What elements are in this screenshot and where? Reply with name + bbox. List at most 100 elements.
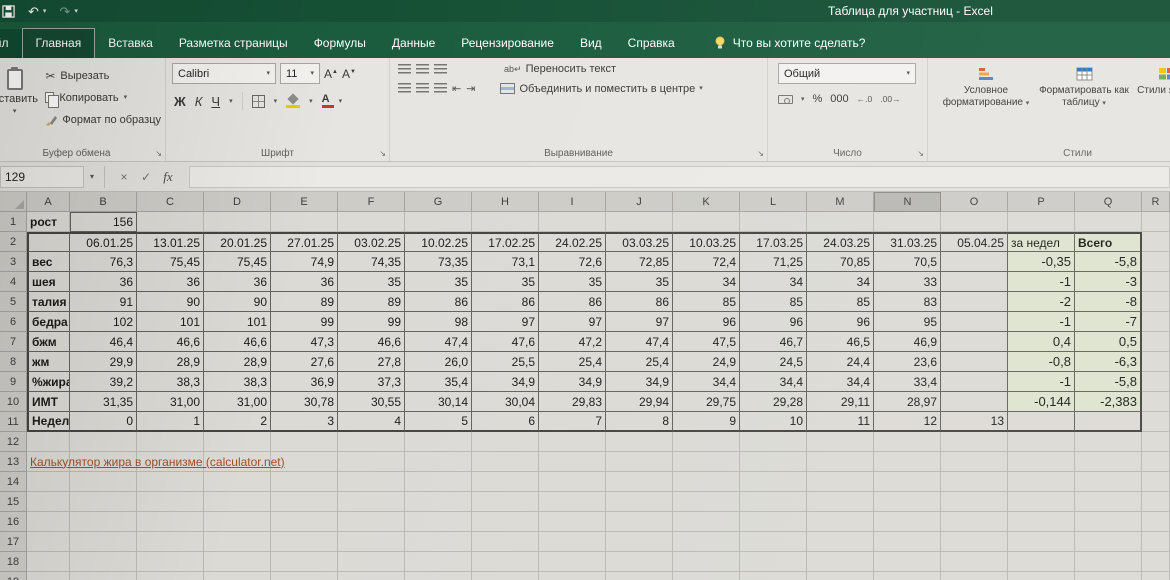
column-header-I[interactable]: I [539,192,606,212]
percent-style-button[interactable]: % [813,93,823,105]
cell-J5[interactable]: 86 [606,292,673,312]
cell-G7[interactable]: 47,4 [405,332,472,352]
cell-I14[interactable] [539,472,606,492]
cell-B19[interactable] [70,572,137,580]
cell-E11[interactable]: 3 [271,412,338,432]
cell-N1[interactable] [874,212,941,232]
cell-Q11[interactable] [1075,412,1142,432]
cell-J15[interactable] [606,492,673,512]
cell-H1[interactable] [472,212,539,232]
number-format-select[interactable]: Общий ▾ [778,63,916,84]
cell-O17[interactable] [941,532,1008,552]
cell-I19[interactable] [539,572,606,580]
cell-H11[interactable]: 6 [472,412,539,432]
tab-view[interactable]: Вид [567,29,615,58]
cell-M13[interactable] [807,452,874,472]
cell-Q2[interactable]: Всего [1075,232,1142,252]
cell-M12[interactable] [807,432,874,452]
cell-F13[interactable] [338,452,405,472]
cell-R9[interactable] [1142,372,1170,392]
cell-F8[interactable]: 27,8 [338,352,405,372]
wrap-text-button[interactable]: ab↵ Переносить текст [504,63,616,75]
cell-I17[interactable] [539,532,606,552]
cell-F5[interactable]: 89 [338,292,405,312]
column-header-M[interactable]: M [807,192,874,212]
cell-A2[interactable] [27,232,70,252]
cell-M1[interactable] [807,212,874,232]
cell-K9[interactable]: 34,4 [673,372,740,392]
cell-B3[interactable]: 76,3 [70,252,137,272]
cell-D1[interactable] [204,212,271,232]
cell-P13[interactable] [1008,452,1075,472]
cell-B2[interactable]: 06.01.25 [70,232,137,252]
cell-Q14[interactable] [1075,472,1142,492]
cell-F12[interactable] [338,432,405,452]
cell-F19[interactable] [338,572,405,580]
cell-G4[interactable]: 35 [405,272,472,292]
cell-E2[interactable]: 27.01.25 [271,232,338,252]
conditional-formatting-button[interactable]: Условное форматирование ▾ [938,61,1034,109]
cell-R1[interactable] [1142,212,1170,232]
cell-N9[interactable]: 33,4 [874,372,941,392]
cell-O2[interactable]: 05.04.25 [941,232,1008,252]
cell-O4[interactable] [941,272,1008,292]
cell-K6[interactable]: 96 [673,312,740,332]
cell-K1[interactable] [673,212,740,232]
save-icon[interactable] [2,4,15,18]
cell-I4[interactable]: 35 [539,272,606,292]
cell-H3[interactable]: 73,1 [472,252,539,272]
tab-data[interactable]: Данные [379,29,448,58]
cell-O5[interactable] [941,292,1008,312]
cell-A11[interactable]: Неделя [27,412,70,432]
cell-B5[interactable]: 91 [70,292,137,312]
cell-A12[interactable] [27,432,70,452]
cell-J16[interactable] [606,512,673,532]
tab-home[interactable]: Главная [21,28,96,58]
row-header-7[interactable]: 7 [0,332,27,352]
cell-Q16[interactable] [1075,512,1142,532]
cell-B12[interactable] [70,432,137,452]
cell-Q18[interactable] [1075,552,1142,572]
tab-file[interactable]: Файл [0,29,22,58]
cell-L6[interactable]: 96 [740,312,807,332]
fill-color-button[interactable] [286,94,301,108]
cell-F11[interactable]: 4 [338,412,405,432]
align-middle-button[interactable] [416,63,429,75]
cell-Q15[interactable] [1075,492,1142,512]
cell-D18[interactable] [204,552,271,572]
format-painter-button[interactable]: Формат по образцу [41,109,165,130]
cell-F9[interactable]: 37,3 [338,372,405,392]
cell-K10[interactable]: 29,75 [673,392,740,412]
cell-H8[interactable]: 25,5 [472,352,539,372]
cell-E14[interactable] [271,472,338,492]
dialog-launcher-icon[interactable]: ↘ [379,150,386,158]
decrease-decimal-button[interactable]: .00→ [880,94,900,104]
cell-R13[interactable] [1142,452,1170,472]
comma-style-button[interactable]: 000 [830,93,848,105]
cell-J10[interactable]: 29,94 [606,392,673,412]
cell-O16[interactable] [941,512,1008,532]
font-size-select[interactable]: 11 ▾ [280,63,320,84]
cell-K5[interactable]: 85 [673,292,740,312]
column-header-A[interactable]: A [27,192,70,212]
cell-L12[interactable] [740,432,807,452]
cell-P8[interactable]: -0,8 [1008,352,1075,372]
cell-D9[interactable]: 38,3 [204,372,271,392]
cell-N5[interactable]: 83 [874,292,941,312]
dialog-launcher-icon[interactable]: ↘ [155,150,162,158]
format-as-table-button[interactable]: Форматировать как таблицу ▾ [1036,61,1132,109]
row-header-8[interactable]: 8 [0,352,27,372]
cell-O19[interactable] [941,572,1008,580]
cell-J11[interactable]: 8 [606,412,673,432]
cell-L10[interactable]: 29,28 [740,392,807,412]
cell-J3[interactable]: 72,85 [606,252,673,272]
cell-R16[interactable] [1142,512,1170,532]
align-left-button[interactable] [398,83,411,94]
cell-P3[interactable]: -0,35 [1008,252,1075,272]
cell-D2[interactable]: 20.01.25 [204,232,271,252]
cell-K14[interactable] [673,472,740,492]
cell-C14[interactable] [137,472,204,492]
cell-D8[interactable]: 28,9 [204,352,271,372]
cell-R7[interactable] [1142,332,1170,352]
cell-A7[interactable]: бжм [27,332,70,352]
